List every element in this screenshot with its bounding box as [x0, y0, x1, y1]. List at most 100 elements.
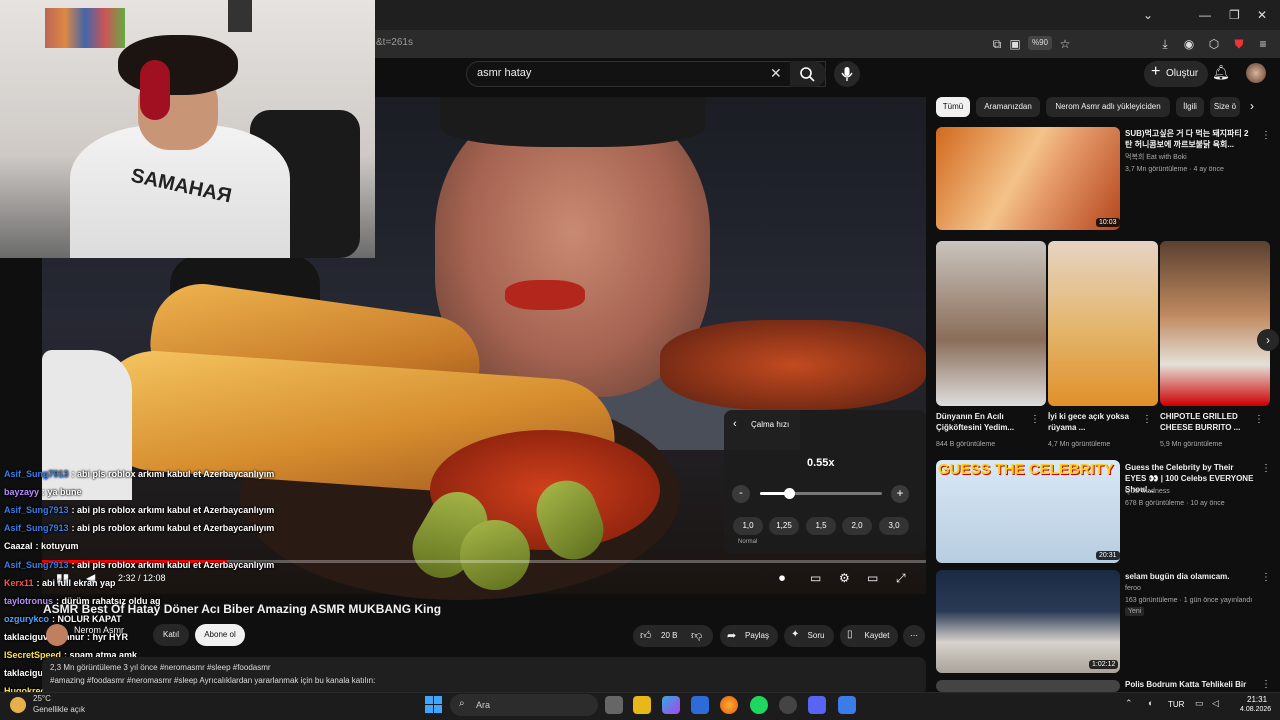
short-thumbnail[interactable]: [936, 241, 1046, 406]
ublock-icon[interactable]: ⛊: [1230, 36, 1248, 52]
chip-all[interactable]: Tümü: [936, 97, 970, 117]
chip-for-you[interactable]: Size ö: [1210, 97, 1240, 117]
weather-temp[interactable]: 25°C: [33, 694, 51, 703]
video-thumbnail[interactable]: [936, 680, 1120, 692]
close-window-icon[interactable]: ✕: [1257, 8, 1267, 22]
video-title[interactable]: Polis Bodrum Katta Tehlikeli Bir: [1125, 679, 1246, 690]
speed-increase-button[interactable]: +: [891, 485, 909, 503]
chat-username: Asif_Sung7913: [4, 505, 69, 515]
store-icon[interactable]: [691, 696, 709, 714]
windows-start-icon[interactable]: [425, 696, 442, 713]
channel-name[interactable]: Nerom Asmr: [74, 625, 124, 635]
clock-date[interactable]: 4.08.2026: [1240, 706, 1271, 713]
search-value[interactable]: asmr hatay: [477, 67, 531, 79]
clock-time[interactable]: 21:31: [1247, 695, 1267, 704]
video-thumbnail[interactable]: [936, 127, 1120, 230]
language-indicator[interactable]: TUR: [1168, 700, 1184, 709]
video-thumbnail[interactable]: [936, 570, 1120, 673]
notifications-bell-icon[interactable]: 🔔︎: [1212, 64, 1230, 81]
tray-chevron-icon[interactable]: ⌃: [1125, 698, 1133, 709]
picture-in-picture-icon[interactable]: ⧉: [988, 36, 1006, 52]
file-explorer-icon[interactable]: [633, 696, 651, 714]
more-options-icon[interactable]: ⋮: [1261, 463, 1271, 474]
weather-desc[interactable]: Genellikle açık: [33, 705, 85, 714]
short-title[interactable]: Dünyanın En Acılı Çiğköftesini Yedim...: [936, 411, 1026, 433]
more-options-icon[interactable]: ⋮: [1261, 679, 1271, 690]
speed-preset-1-5[interactable]: 1,5: [806, 517, 836, 535]
obs-icon[interactable]: [779, 696, 797, 714]
more-options-icon[interactable]: ⋮: [1254, 414, 1264, 425]
speed-preset-1[interactable]: 1,0: [733, 517, 763, 535]
speed-preset-2[interactable]: 2,0: [842, 517, 872, 535]
fullscreen-icon[interactable]: ⤢: [896, 571, 906, 586]
short-title[interactable]: İyi ki gece açık yoksa rüyama ...: [1048, 411, 1138, 433]
chat-message: Caazal: kotuyum: [4, 541, 79, 551]
like-count: 20 B: [661, 631, 678, 640]
video-scene-hair: [440, 97, 705, 147]
thumbs-down-icon[interactable]: 👎︎: [691, 629, 702, 642]
weather-icon[interactable]: [10, 697, 26, 713]
short-thumbnail[interactable]: [1160, 241, 1270, 406]
chip-next-chevron-icon[interactable]: ›: [1250, 99, 1254, 113]
video-channel[interactable]: 먹복희 Eat with Boki: [1125, 153, 1187, 163]
tab-list-icon[interactable]: ⌄: [1143, 8, 1153, 22]
downloads-icon[interactable]: ⤓: [1156, 36, 1174, 52]
network-icon[interactable]: ▭: [1195, 698, 1204, 709]
bookmark-star-icon[interactable]: ☆: [1056, 36, 1074, 52]
join-button[interactable]: Katıl: [153, 624, 189, 646]
subtitles-icon[interactable]: ▭: [810, 571, 821, 585]
shorts-next-chevron-icon[interactable]: ›: [1257, 329, 1279, 351]
firefox-icon[interactable]: [720, 696, 738, 714]
chip-related[interactable]: İlgili: [1176, 97, 1204, 117]
chat-text: : abi pls roblox arkımı kabul et Azerbay…: [71, 469, 275, 479]
copilot-icon[interactable]: [662, 696, 680, 714]
menu-icon[interactable]: ≡: [1254, 36, 1272, 52]
subscribe-button[interactable]: Abone ol: [195, 624, 245, 646]
chat-message: Asif_Sung7913: abi pls roblox arkımı kab…: [4, 505, 274, 515]
chat-username: Asif_Sung7913: [4, 469, 69, 479]
tray-app-icon[interactable]: ◐: [1148, 698, 1153, 708]
speed-slider-handle[interactable]: [784, 488, 795, 499]
screenshot-icon[interactable]: ▣: [1006, 36, 1024, 52]
url-text[interactable]: &t=261s: [376, 37, 413, 48]
task-view-icon[interactable]: [605, 696, 623, 714]
speed-decrease-button[interactable]: -: [732, 485, 750, 503]
minimize-icon[interactable]: —: [1199, 8, 1211, 22]
channel-avatar[interactable]: [46, 624, 68, 646]
more-options-icon[interactable]: ⋮: [1142, 414, 1152, 425]
more-options-icon[interactable]: ⋮: [1261, 572, 1271, 583]
short-title[interactable]: CHIPOTLE GRILLED CHEESE BURRITO ...: [1160, 411, 1250, 433]
discord-icon[interactable]: [808, 696, 826, 714]
user-avatar[interactable]: [1246, 63, 1266, 83]
taskbar-search-placeholder[interactable]: Ara: [476, 700, 490, 710]
chip-from-search[interactable]: Aramanızdan: [976, 97, 1040, 117]
speed-preset-3[interactable]: 3,0: [879, 517, 909, 535]
theater-mode-icon[interactable]: ▭: [867, 571, 878, 585]
maximize-icon[interactable]: ❐: [1229, 8, 1240, 22]
video-meta: 678 B görüntüleme · 10 ay önce: [1125, 500, 1225, 507]
speaker-icon[interactable]: ◁: [1212, 698, 1219, 709]
video-title[interactable]: SUB)먹고싶은 거 다 먹는 돼지파티 2탄 허니콤보에 까르보불닭 육회..…: [1125, 128, 1253, 150]
video-title[interactable]: selam bugün dia olamıcam.: [1125, 571, 1229, 582]
chat-username: Asif_Sung7913: [4, 523, 69, 533]
speed-preset-1-25[interactable]: 1,25: [769, 517, 799, 535]
zoom-level[interactable]: %90: [1028, 36, 1052, 50]
voice-search-button[interactable]: [834, 61, 860, 87]
search-button[interactable]: [790, 61, 826, 87]
chip-from-uploader[interactable]: Nerom Asmr adlı yükleyiciden: [1046, 97, 1170, 117]
autoplay-toggle-icon[interactable]: ⏺︎: [779, 571, 785, 586]
more-options-icon[interactable]: ⋮: [1030, 414, 1040, 425]
short-thumbnail[interactable]: [1048, 241, 1158, 406]
extensions-icon[interactable]: ⬡: [1205, 36, 1223, 52]
video-channel[interactable]: Quiz Madness: [1125, 487, 1170, 497]
app-icon[interactable]: [838, 696, 856, 714]
account-icon[interactable]: ◉: [1180, 36, 1198, 52]
back-chevron-icon[interactable]: ‹: [733, 418, 737, 430]
spotify-icon[interactable]: [750, 696, 768, 714]
taskbar-search[interactable]: [450, 694, 598, 716]
video-channel[interactable]: feroo: [1125, 584, 1141, 594]
clear-search-icon[interactable]: ✕: [770, 65, 782, 82]
more-options-icon[interactable]: ⋮: [1261, 130, 1271, 141]
settings-gear-icon[interactable]: ⚙︎: [839, 571, 850, 585]
more-actions-icon[interactable]: ⋯: [903, 625, 925, 647]
